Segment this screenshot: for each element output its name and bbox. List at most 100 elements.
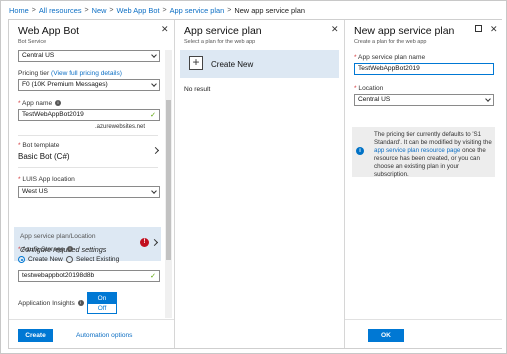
- app-name-label: * App name i: [18, 100, 61, 107]
- luis-location-label: * LUIS App location: [18, 176, 75, 183]
- plan-name-label-text: App service plan name: [358, 54, 426, 61]
- breadcrumb-web-app-bot[interactable]: Web App Bot: [117, 6, 160, 15]
- plan-location-label-text: Location: [358, 85, 384, 92]
- new-app-service-plan-blade: New app service plan Create a plan for t…: [345, 20, 502, 348]
- breadcrumb-separator: >: [227, 6, 232, 14]
- blade-title: New app service plan: [354, 25, 455, 37]
- checkmark-icon: ✓: [150, 112, 156, 119]
- breadcrumb-app-service-plan[interactable]: App service plan: [170, 6, 225, 15]
- checkmark-icon: ✓: [150, 273, 156, 280]
- breadcrumb-separator: >: [84, 6, 89, 14]
- blade-footer: OK: [345, 319, 502, 348]
- luis-location-select[interactable]: West US: [18, 186, 160, 198]
- radio-select-existing[interactable]: Select Existing: [66, 256, 119, 263]
- error-icon: !: [140, 238, 149, 247]
- blade-subtitle: Create a plan for the web app: [354, 39, 427, 45]
- chevron-down-icon: [151, 52, 157, 58]
- bot-template-label: * Bot template: [18, 142, 59, 149]
- close-icon[interactable]: ✕: [490, 24, 498, 34]
- pricing-info-text: The pricing tier currently defaults to '…: [374, 131, 492, 179]
- azure-storage-label-text: Azure Storage: [22, 246, 65, 253]
- blade-footer: Create Automation options: [9, 319, 174, 348]
- create-new-plan-item[interactable]: + Create New: [180, 50, 339, 78]
- pricing-tier-select[interactable]: F0 (10K Premium Messages): [18, 79, 160, 91]
- radio-create-new-label: Create New: [28, 256, 63, 263]
- app-name-input[interactable]: TestWebAppBot2019 ✓: [18, 109, 160, 121]
- chevron-right-icon: [151, 146, 160, 155]
- storage-name-value: testwebappbot20198d8b: [22, 272, 95, 279]
- bot-template-value: Basic Bot (C#): [18, 152, 70, 161]
- scrollbar-thumb[interactable]: [166, 100, 171, 260]
- app-insights-label-text: Application Insights: [18, 300, 75, 307]
- blades-container: Web App Bot Bot Service ✕ Central US Pri…: [8, 19, 502, 349]
- web-app-bot-blade: Web App Bot Bot Service ✕ Central US Pri…: [9, 20, 175, 348]
- luis-location-value: West US: [22, 188, 48, 195]
- storage-radio-group: Create New Select Existing: [18, 256, 158, 265]
- app-name-label-text: App name: [22, 100, 53, 107]
- breadcrumb-current: New app service plan: [234, 5, 306, 15]
- app-name-value: TestWebAppBot2019: [22, 111, 84, 118]
- storage-name-input[interactable]: testwebappbot20198d8b ✓: [18, 270, 160, 282]
- info-text-part1: The pricing tier currently defaults to '…: [374, 131, 492, 146]
- create-button[interactable]: Create: [18, 329, 53, 342]
- pricing-tier-value: F0 (10K Premium Messages): [22, 81, 108, 88]
- pricing-tier-label-text: Pricing tier: [18, 70, 50, 77]
- breadcrumb-separator: >: [162, 6, 167, 14]
- info-icon[interactable]: i: [54, 100, 61, 106]
- radio-selected-indicator: [18, 256, 25, 263]
- azure-storage-label: * Azure Storage i: [18, 246, 74, 253]
- plan-location-select[interactable]: Central US: [354, 94, 494, 106]
- blade-title: App service plan: [184, 25, 262, 37]
- no-result-text: No result: [184, 86, 211, 93]
- chevron-down-icon: [151, 81, 157, 87]
- info-icon[interactable]: i: [67, 246, 74, 252]
- blade-subtitle: Bot Service: [18, 39, 47, 45]
- pricing-tier-label: Pricing tier (View full pricing details): [18, 70, 122, 77]
- location-select-value: Central US: [22, 52, 55, 59]
- divider: [18, 167, 158, 168]
- plan-location-value: Central US: [358, 96, 391, 103]
- blade-subtitle: Select a plan for the web app: [184, 39, 256, 45]
- app-service-plan-blade: App service plan Select a plan for the w…: [175, 20, 345, 348]
- info-icon[interactable]: i: [77, 300, 84, 306]
- plan-name-label: * App service plan name: [354, 54, 425, 61]
- pricing-info-box: i The pricing tier currently defaults to…: [352, 127, 495, 179]
- breadcrumb-new[interactable]: New: [92, 6, 107, 15]
- radio-create-new[interactable]: Create New: [18, 256, 63, 263]
- breadcrumb-separator: >: [109, 6, 114, 14]
- bot-template-label-text: Bot template: [22, 142, 60, 149]
- app-insights-label: Application Insights i: [18, 300, 84, 307]
- create-new-label: Create New: [211, 60, 254, 69]
- plus-icon: +: [189, 56, 203, 70]
- app-name-suffix: .azurewebsites.net: [95, 124, 146, 130]
- resource-page-link[interactable]: app service plan resource page: [374, 147, 460, 154]
- breadcrumb-home[interactable]: Home: [9, 6, 29, 15]
- toggle-off-option[interactable]: Off: [88, 304, 116, 314]
- ok-button[interactable]: OK: [368, 329, 404, 342]
- plan-name-input[interactable]: TestWebAppBot2019: [354, 63, 494, 75]
- location-select[interactable]: Central US: [18, 50, 160, 62]
- chevron-right-icon: [150, 238, 159, 247]
- portal-window: Home > All resources > New > Web App Bot…: [0, 0, 507, 354]
- automation-options-link[interactable]: Automation options: [76, 332, 132, 339]
- blade-title: Web App Bot: [18, 25, 80, 37]
- breadcrumb-separator: >: [31, 6, 36, 14]
- close-icon[interactable]: ✕: [161, 24, 169, 34]
- breadcrumb-all-resources[interactable]: All resources: [39, 6, 82, 15]
- breadcrumb: Home > All resources > New > Web App Bot…: [9, 4, 305, 16]
- chevron-down-icon: [151, 188, 157, 194]
- plan-location-label: * Location: [354, 85, 383, 92]
- app-insights-toggle[interactable]: On Off: [87, 292, 117, 314]
- info-icon: i: [356, 147, 364, 155]
- plan-name-value: TestWebAppBot2019: [358, 65, 420, 72]
- toggle-on-option[interactable]: On: [88, 293, 116, 304]
- luis-location-label-text: LUIS App location: [22, 176, 75, 183]
- view-pricing-link[interactable]: (View full pricing details): [51, 70, 122, 77]
- maximize-icon[interactable]: [475, 25, 482, 32]
- chevron-down-icon: [485, 96, 491, 102]
- app-service-plan-label: App service plan/Location: [20, 233, 96, 240]
- close-icon[interactable]: ✕: [331, 24, 339, 34]
- radio-indicator: [66, 256, 73, 263]
- divider: [18, 135, 158, 136]
- radio-select-existing-label: Select Existing: [76, 256, 120, 263]
